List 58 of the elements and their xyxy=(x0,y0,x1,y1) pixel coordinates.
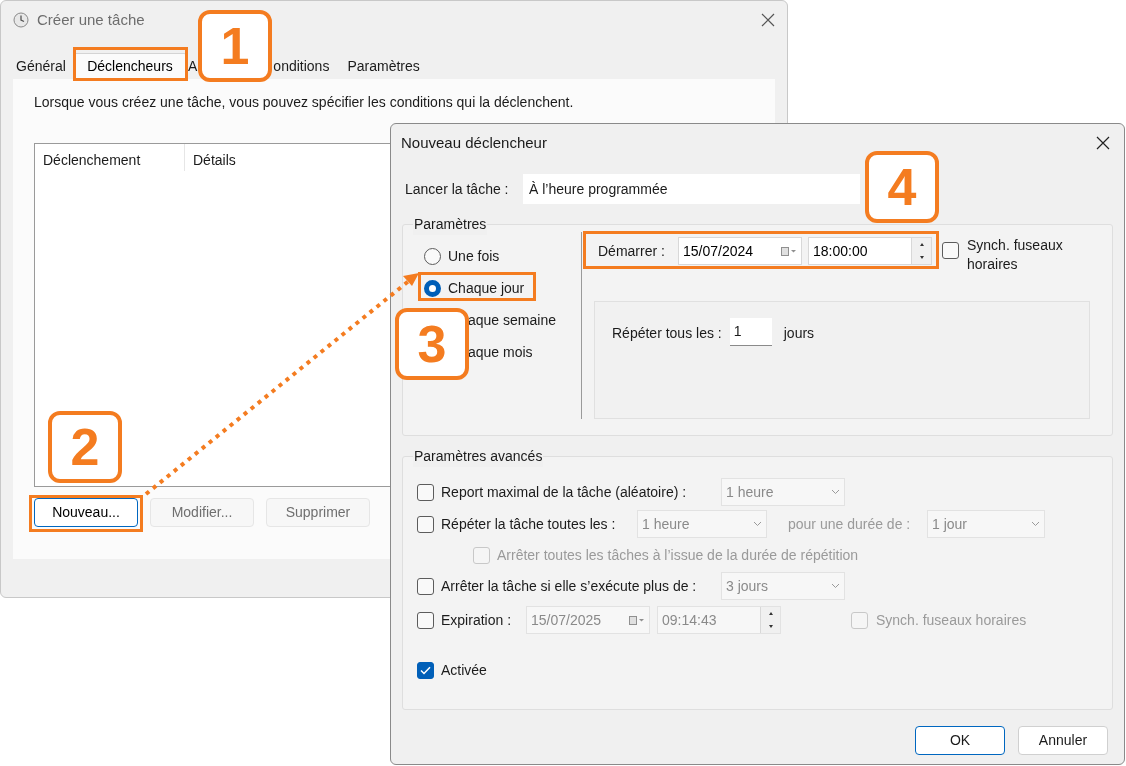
step-number-badge: 1 xyxy=(198,10,272,82)
chevron-down-icon xyxy=(831,583,840,589)
button[interactable]: OK xyxy=(915,726,1005,755)
tab[interactable]: onditions xyxy=(272,53,331,79)
checkbox[interactable] xyxy=(417,483,434,501)
tab[interactable]: Déclencheurs xyxy=(73,53,187,79)
calendar-dropdown-icon[interactable] xyxy=(781,246,797,256)
checkbox[interactable] xyxy=(417,515,434,533)
radio-label: aque semaine xyxy=(468,310,556,330)
interval-field[interactable]: 1 xyxy=(729,318,772,346)
field-label: Démarrer : xyxy=(597,241,666,261)
radio-button[interactable] xyxy=(424,279,441,297)
radio-label: aque mois xyxy=(468,342,533,362)
date-field[interactable]: 15/07/2024 xyxy=(678,237,802,265)
check-icon xyxy=(420,665,431,675)
tab[interactable]: Paramètres xyxy=(346,53,421,79)
clock-icon xyxy=(13,12,29,28)
calendar-dropdown-icon[interactable] xyxy=(629,615,645,625)
step-number-badge: 2 xyxy=(48,411,122,483)
dialog-title: Nouveau déclencheur xyxy=(401,132,547,153)
spin-buttons[interactable] xyxy=(760,607,780,633)
step-number-badge: 4 xyxy=(865,151,939,223)
field-label: Répéter tous les : xyxy=(612,324,722,343)
tab[interactable]: A xyxy=(187,53,199,79)
checkbox-label: Synch. fuseaux horaires xyxy=(876,610,1027,630)
radio-button[interactable] xyxy=(424,247,441,265)
button[interactable]: Annuler xyxy=(1018,726,1108,755)
time-field[interactable]: 18:00:00 xyxy=(808,237,932,265)
chevron-down-icon xyxy=(1031,521,1040,527)
step-number-badge: 3 xyxy=(395,308,469,380)
radio-label: Une fois xyxy=(448,246,500,266)
unit-label: jours xyxy=(783,324,815,343)
chevron-down-icon xyxy=(753,521,762,527)
description-text: Lorsque vous créez une tâche, vous pouvez spécifier les conditions qui la déclenchent. xyxy=(34,93,575,112)
checkbox-label: Report maximal de la tâche (aléatoire) : xyxy=(441,482,688,502)
checkbox-label: Arrêter toutes les tâches à l’issue de la durée de répétition xyxy=(497,545,859,565)
chevron-down-icon xyxy=(831,489,840,495)
checkbox-label: Arrêter la tâche si elle s’exécute plus de : xyxy=(441,576,698,596)
checkbox-label: Expiration : xyxy=(441,610,513,630)
column-header: Déclenchement xyxy=(35,144,185,171)
checkbox[interactable] xyxy=(417,611,434,629)
checkbox-label: Répéter la tâche toutes les : xyxy=(441,514,617,534)
radio-label: Chaque jour xyxy=(448,278,525,298)
tab[interactable]: Général xyxy=(15,53,73,79)
dropdown[interactable]: À l’heure programmée xyxy=(523,174,860,204)
button[interactable]: Nouveau... xyxy=(34,498,138,527)
window-title: Créer une tâche xyxy=(37,9,145,30)
close-icon[interactable] xyxy=(1096,136,1110,150)
checkbox-label: Activée xyxy=(441,660,487,680)
checkbox[interactable] xyxy=(417,661,434,679)
checkbox-label: Synch. fuseaux horaires xyxy=(967,236,1064,274)
column-header: Détails xyxy=(192,151,236,170)
spin-buttons[interactable] xyxy=(911,238,931,264)
field-label: Lancer la tâche : xyxy=(405,179,510,199)
field-label: pour une durée de : xyxy=(788,514,912,534)
close-icon[interactable] xyxy=(761,13,775,27)
checkbox[interactable] xyxy=(417,577,434,595)
checkbox[interactable] xyxy=(942,242,959,259)
